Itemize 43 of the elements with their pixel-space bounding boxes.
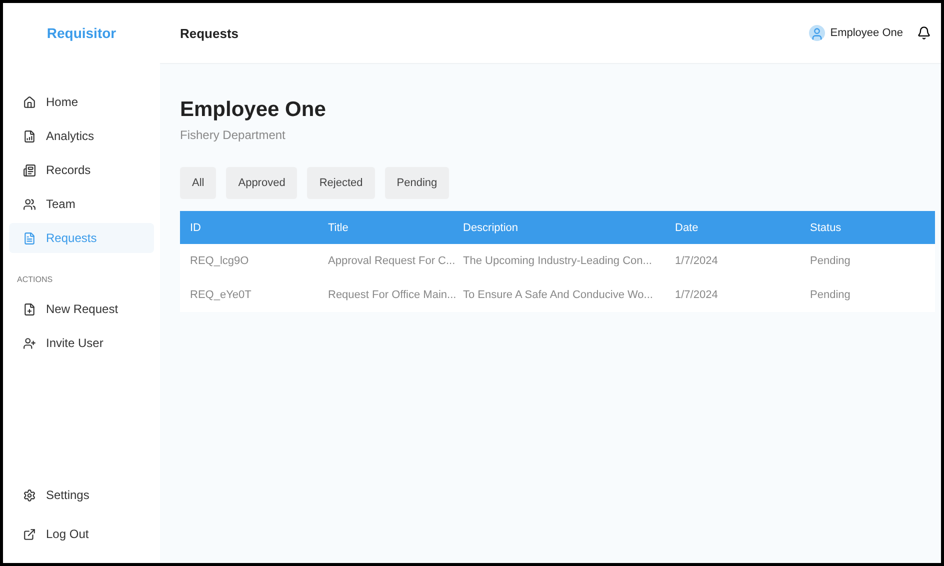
sidebar-item[interactable]: Invite User bbox=[9, 328, 154, 358]
column-header: ID bbox=[189, 222, 202, 234]
document-icon bbox=[23, 164, 36, 176]
page-title: Requests bbox=[180, 26, 240, 40]
table-cell-text: Pending bbox=[809, 255, 852, 267]
sidebar-item[interactable]: Records bbox=[9, 155, 154, 185]
avatar-icon bbox=[809, 25, 826, 41]
table-cell-text: 1/7/2024 bbox=[674, 289, 719, 301]
filter-tab[interactable]: All bbox=[180, 167, 216, 199]
table-cell-text: The Upcoming Industry-Leading Con... bbox=[462, 255, 653, 267]
table-cell-text: Request For Office Main... bbox=[327, 289, 453, 301]
column-header: Description bbox=[462, 222, 520, 234]
filter-tab[interactable]: Rejected bbox=[307, 167, 375, 199]
home-icon bbox=[23, 96, 36, 108]
add-document-icon bbox=[23, 302, 36, 316]
chart-icon bbox=[23, 130, 36, 142]
profile-name: Employee One bbox=[180, 98, 327, 122]
sidebar-item[interactable]: New Request bbox=[9, 294, 154, 324]
user-menu[interactable]: Employee One bbox=[809, 25, 903, 41]
add-user-icon bbox=[23, 336, 36, 350]
section-heading: ACTIONS bbox=[16, 274, 54, 286]
filter-tab[interactable]: Approved bbox=[226, 167, 298, 199]
column-header: Title bbox=[327, 222, 350, 234]
sidebar-item[interactable]: Home bbox=[9, 87, 154, 117]
team-icon bbox=[23, 198, 36, 210]
sidebar-item[interactable]: Settings bbox=[9, 480, 154, 510]
brand-logo: Requisitor bbox=[46, 24, 118, 43]
column-header: Date bbox=[674, 222, 700, 234]
table-cell-text: REQ_lcg9O bbox=[189, 255, 250, 267]
settings-icon bbox=[23, 488, 36, 502]
column-header: Status bbox=[809, 222, 842, 234]
table-cell-text: 1/7/2024 bbox=[674, 255, 719, 267]
document-icon bbox=[23, 232, 36, 244]
sidebar-item[interactable]: Team bbox=[9, 189, 154, 219]
table-cell-text: REQ_eYe0T bbox=[189, 289, 252, 301]
sidebar-item[interactable]: Log Out bbox=[9, 519, 154, 549]
filter-tab[interactable]: Pending bbox=[384, 167, 450, 199]
external-link-icon bbox=[23, 528, 36, 540]
table-cell-text: Approval Request For C... bbox=[327, 255, 453, 267]
table-cell-text: Pending bbox=[809, 289, 852, 301]
department-label: Fishery Department bbox=[180, 128, 286, 142]
sidebar-item[interactable]: Analytics bbox=[9, 121, 154, 151]
notification-icon[interactable] bbox=[917, 26, 931, 40]
